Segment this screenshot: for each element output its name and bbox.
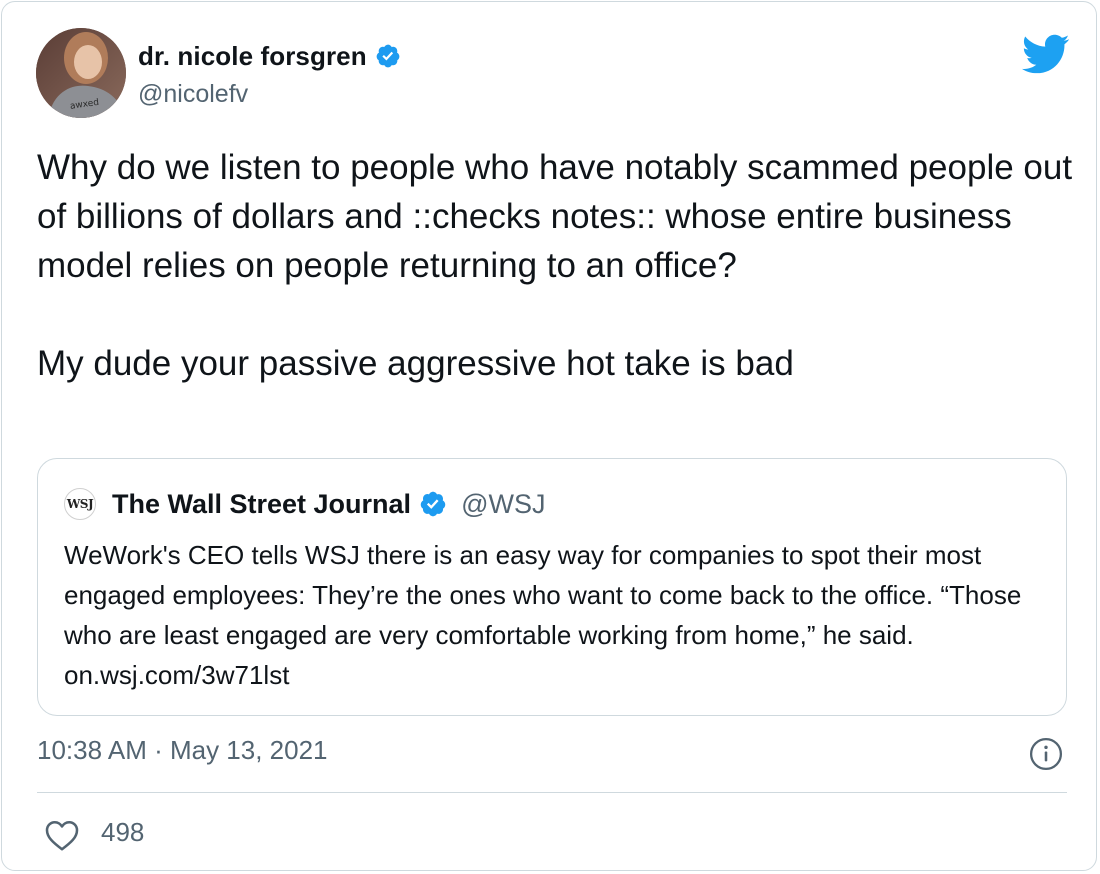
tweet-embed-card: awxed dr. nicole forsgren @nicolefv Why … (1, 1, 1097, 871)
author-avatar[interactable]: awxed (36, 28, 126, 118)
verified-badge-icon (419, 490, 447, 518)
quoted-author-display-name[interactable]: The Wall Street Journal (112, 489, 411, 520)
like-count[interactable]: 498 (101, 817, 144, 848)
verified-badge-icon (375, 43, 401, 69)
quoted-tweet-header: WSJ The Wall Street Journal @WSJ (64, 487, 545, 521)
author-handle[interactable]: @nicolefv (138, 80, 248, 109)
author-display-name[interactable]: dr. nicole forsgren (138, 41, 367, 72)
author-name-row[interactable]: dr. nicole forsgren (138, 40, 401, 72)
quoted-tweet-text: WeWork's CEO tells WSJ there is an easy … (64, 540, 1022, 690)
wsj-logo-avatar[interactable]: WSJ (64, 488, 96, 520)
actions-divider (37, 792, 1067, 793)
heart-icon[interactable] (44, 818, 80, 857)
info-icon[interactable] (1029, 737, 1063, 776)
quoted-author-handle[interactable]: @WSJ (461, 489, 545, 520)
tweet-body-text: Why do we listen to people who have nota… (37, 148, 1073, 383)
twitter-bird-icon[interactable] (1020, 33, 1070, 80)
quoted-tweet[interactable]: WSJ The Wall Street Journal @WSJ WeWork'… (37, 458, 1067, 716)
tweet-timestamp[interactable]: 10:38 AM · May 13, 2021 (37, 735, 328, 766)
